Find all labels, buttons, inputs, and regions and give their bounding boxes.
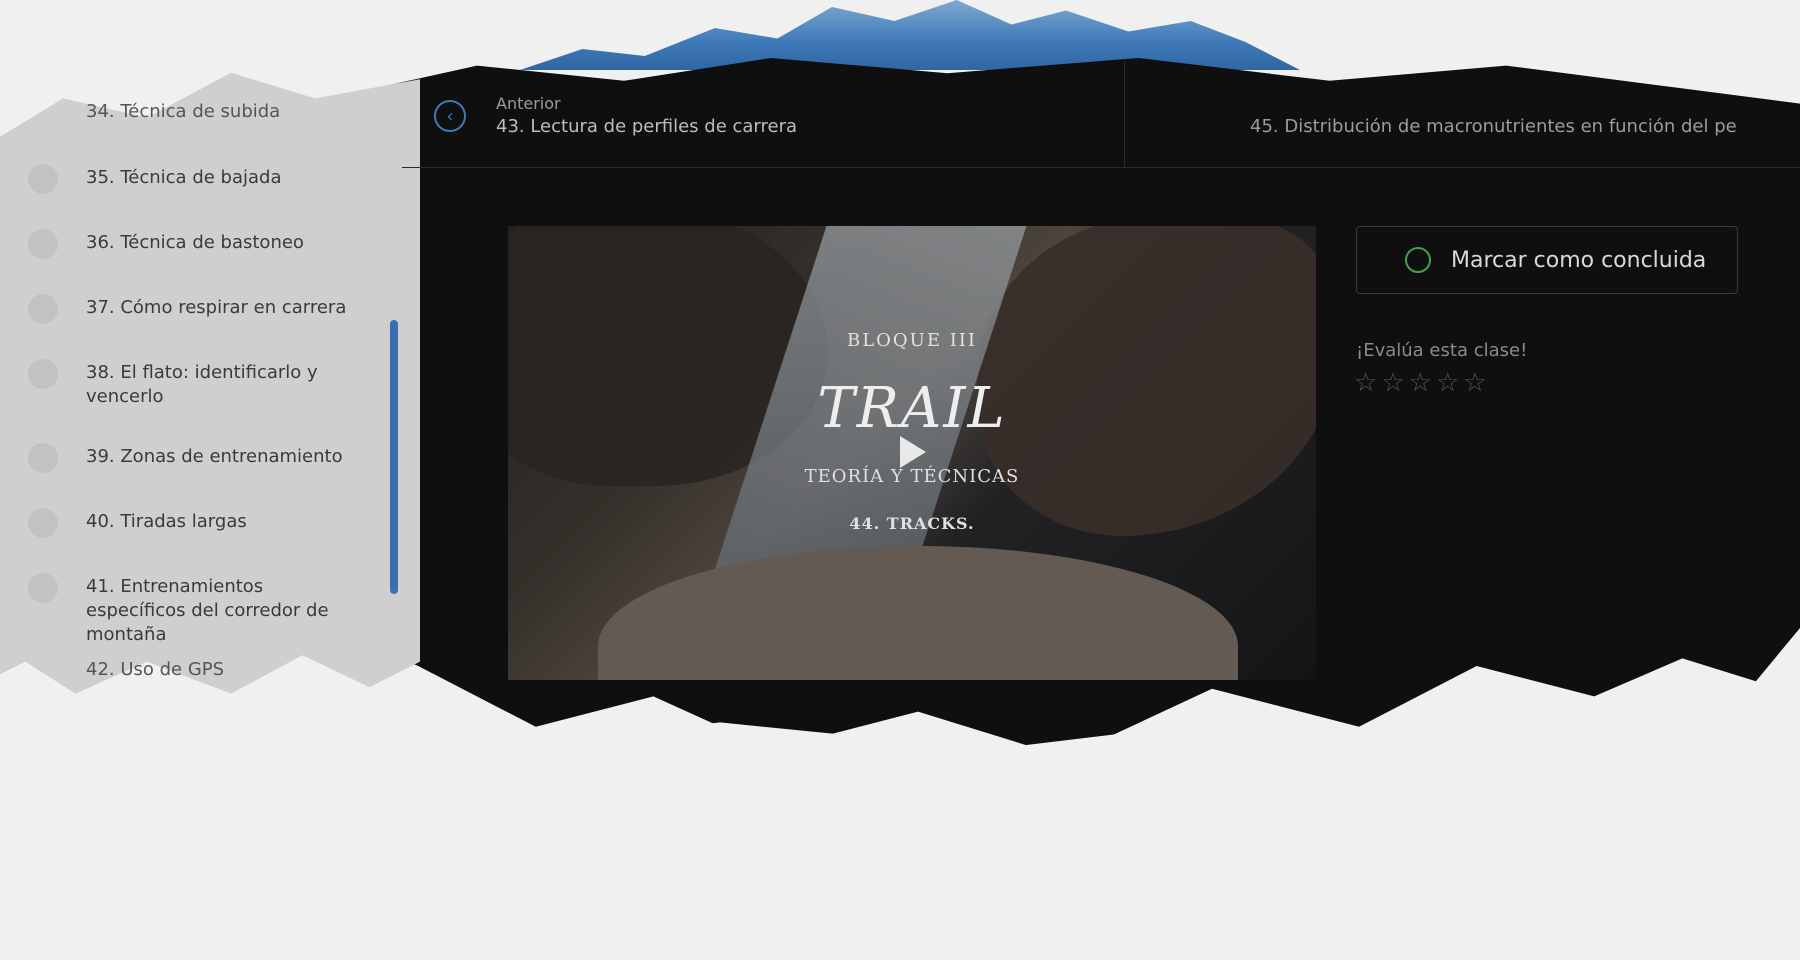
star-icon[interactable]: ☆: [1354, 370, 1377, 396]
nav-bottom-border: [402, 167, 1800, 168]
rating-stars: ☆ ☆ ☆ ☆ ☆: [1354, 370, 1487, 396]
video-track-label: 44. TRACKS.: [849, 514, 975, 533]
lesson-item[interactable]: 40. Tiradas largas: [28, 508, 368, 538]
star-icon[interactable]: ☆: [1463, 370, 1486, 396]
lesson-item[interactable]: 41. Entrenamientos específicos del corre…: [28, 573, 368, 647]
lesson-label: 42. Uso de GPS: [86, 659, 225, 680]
lesson-item[interactable]: 37. Cómo respirar en carrera: [28, 294, 368, 324]
rating-prompt: ¡Evalúa esta clase!: [1356, 340, 1528, 361]
video-trail-title: TRAIL: [817, 376, 1007, 441]
lesson-sidebar: 34. Técnica de subida 35. Técnica de baj…: [0, 60, 402, 680]
lesson-label: 37. Cómo respirar en carrera: [86, 297, 347, 318]
lesson-label: 40. Tiradas largas: [86, 511, 247, 532]
video-player[interactable]: BLOQUE III TRAIL TEORÍA Y TÉCNICAS 44. T…: [508, 226, 1316, 680]
lesson-label: 41. Entrenamientos específicos del corre…: [86, 576, 329, 645]
play-icon[interactable]: [900, 436, 926, 468]
lesson-navigation: ‹ Anterior 43. Lectura de perfiles de ca…: [402, 60, 1800, 168]
prev-kicker: Anterior: [496, 94, 561, 113]
star-icon[interactable]: ☆: [1409, 370, 1432, 396]
lesson-label: 36. Técnica de bastoneo: [86, 232, 304, 253]
circle-check-icon: [1405, 247, 1431, 273]
lesson-label: 38. El flato: identificarlo y vencerlo: [86, 362, 318, 407]
lesson-item[interactable]: 36. Técnica de bastoneo: [28, 229, 368, 259]
mark-complete-button[interactable]: Marcar como concluida: [1356, 226, 1738, 294]
lesson-item[interactable]: 42. Uso de GPS: [28, 658, 368, 680]
status-dot: [28, 508, 58, 538]
lesson-item[interactable]: 38. El flato: identificarlo y vencerlo: [28, 359, 368, 409]
star-icon[interactable]: ☆: [1436, 370, 1459, 396]
lesson-item[interactable]: 39. Zonas de entrenamiento: [28, 443, 368, 473]
lesson-label: 35. Técnica de bajada: [86, 167, 282, 188]
sidebar-scrollbar[interactable]: [390, 320, 398, 594]
brush-bottom-wash: [0, 717, 1800, 960]
mark-complete-label: Marcar como concluida: [1451, 247, 1707, 273]
lesson-label: 39. Zonas de entrenamiento: [86, 446, 343, 467]
status-dot: [28, 359, 58, 389]
chevron-left-icon[interactable]: ‹: [434, 100, 466, 132]
status-dot: [28, 229, 58, 259]
lesson-label: 34. Técnica de subida: [86, 101, 281, 122]
status-dot: [28, 164, 58, 194]
star-icon[interactable]: ☆: [1381, 370, 1404, 396]
status-dot: [28, 294, 58, 324]
status-dot: [28, 443, 58, 473]
video-bloque-label: BLOQUE III: [846, 330, 978, 351]
status-dot: [28, 573, 58, 603]
next-lesson-link[interactable]: 45. Distribución de macronutrientes en f…: [1250, 116, 1800, 137]
video-subtitle: TEORÍA Y TÉCNICAS: [804, 466, 1020, 487]
lesson-item[interactable]: 34. Técnica de subida: [28, 100, 368, 128]
nav-divider: [1124, 60, 1125, 168]
lesson-item[interactable]: 35. Técnica de bajada: [28, 164, 368, 194]
prev-lesson-link[interactable]: 43. Lectura de perfiles de carrera: [496, 116, 797, 137]
